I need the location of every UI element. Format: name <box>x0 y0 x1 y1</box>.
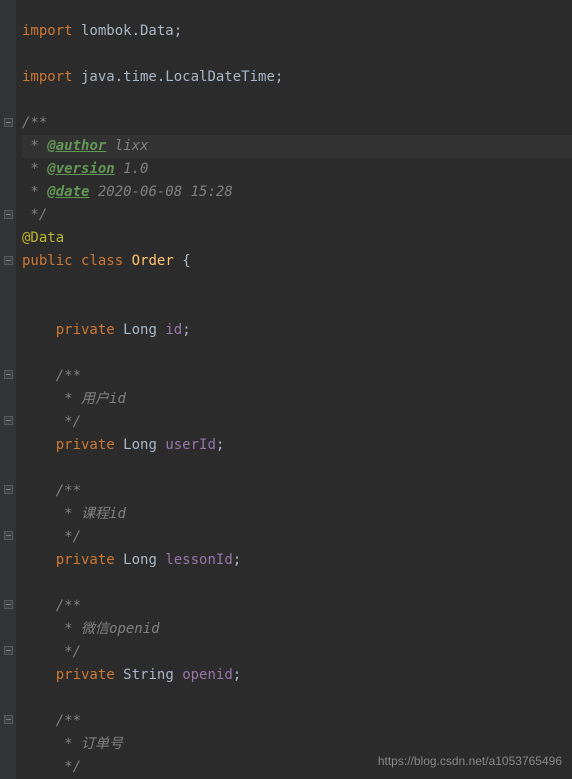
javadoc-open: /** <box>56 598 81 614</box>
fold-icon[interactable] <box>4 600 13 609</box>
fold-icon[interactable] <box>4 256 13 265</box>
fold-icon[interactable] <box>4 118 13 127</box>
javadoc-close: */ <box>22 207 47 223</box>
fold-icon[interactable] <box>4 715 13 724</box>
fold-icon[interactable] <box>4 210 13 219</box>
javadoc-close: */ <box>56 759 81 775</box>
javadoc-text: 订单号 <box>81 736 123 752</box>
field-decl: private Long lessonId; <box>56 552 241 568</box>
doctag-author: @author <box>47 138 106 154</box>
javadoc-text: 课程id <box>81 506 126 522</box>
field-userId: userId <box>165 437 216 453</box>
javadoc-open: /** <box>56 483 81 499</box>
field-decl: private String openid; <box>56 667 241 683</box>
field-decl: private Long userId; <box>56 437 225 453</box>
javadoc-open: /** <box>22 115 47 131</box>
javadoc-open: /** <box>56 368 81 384</box>
fold-icon[interactable] <box>4 531 13 540</box>
field-id: id <box>165 322 182 338</box>
annotation-data: @Data <box>22 230 64 246</box>
fold-icon[interactable] <box>4 646 13 655</box>
doctag-version: @version <box>47 161 114 177</box>
highlighted-line: * @author lixx <box>22 135 572 158</box>
gutter <box>0 0 16 779</box>
code-editor: import lombok.Data; import java.time.Loc… <box>0 0 572 779</box>
javadoc-text: 用户id <box>81 391 126 407</box>
code-line: import lombok.Data; <box>22 23 182 39</box>
watermark: https://blog.csdn.net/a1053765496 <box>378 750 562 773</box>
javadoc-close: */ <box>56 414 81 430</box>
code-line: import java.time.LocalDateTime; <box>22 69 283 85</box>
javadoc-open: /** <box>56 713 81 729</box>
keyword-import: import <box>22 23 73 39</box>
javadoc-close: */ <box>56 644 81 660</box>
javadoc-text: 微信openid <box>81 621 160 637</box>
fold-icon[interactable] <box>4 485 13 494</box>
keyword-import: import <box>22 69 73 85</box>
field-openid: openid <box>182 667 233 683</box>
fold-icon[interactable] <box>4 370 13 379</box>
field-decl: private Long id; <box>56 322 191 338</box>
class-decl: public class Order { <box>22 253 191 269</box>
field-lessonId: lessonId <box>165 552 232 568</box>
javadoc-close: */ <box>56 529 81 545</box>
doctag-date: @date <box>47 184 89 200</box>
fold-icon[interactable] <box>4 416 13 425</box>
class-name: Order <box>132 253 174 269</box>
